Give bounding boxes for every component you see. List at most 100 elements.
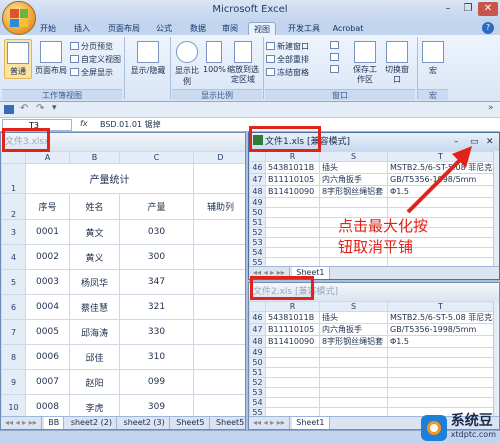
column-header-s[interactable]: S bbox=[319, 301, 388, 312]
cell[interactable] bbox=[193, 163, 245, 194]
header-cell-helper[interactable]: 辅助列 bbox=[193, 193, 245, 220]
cell[interactable]: 邱佳 bbox=[69, 344, 120, 370]
switch-windows-button[interactable]: 切换窗口 bbox=[382, 41, 412, 85]
page-layout-view-button[interactable]: 页面布局 bbox=[34, 41, 68, 76]
cell[interactable]: 0002 bbox=[25, 244, 70, 270]
column-header-b[interactable]: B bbox=[69, 151, 120, 164]
spreadsheet-grid[interactable]: R S T 46 54381011B 插头 MSTB2.5/6-ST-5.08 菲尼克… bbox=[249, 301, 494, 418]
cell[interactable] bbox=[265, 377, 320, 388]
cell[interactable]: 54381011B bbox=[265, 311, 320, 324]
cell[interactable] bbox=[265, 397, 320, 408]
minimize-button[interactable]: – bbox=[438, 2, 458, 16]
row-header[interactable]: 3 bbox=[1, 219, 26, 245]
new-window-button[interactable]: 新建窗口 bbox=[266, 41, 309, 52]
tab-review[interactable]: 审阅 bbox=[218, 22, 242, 35]
cell[interactable]: 0006 bbox=[25, 344, 70, 370]
spreadsheet-grid[interactable]: A B C D 1 产量统计 2 序号 姓名 产量 辅助列 3 0001 黄文 030… bbox=[1, 151, 245, 420]
row-header[interactable]: 4 bbox=[1, 244, 26, 270]
cell[interactable]: B11410090 bbox=[265, 335, 320, 348]
show-hide-button[interactable]: 显示/隐藏 bbox=[128, 41, 168, 76]
tab-home[interactable]: 开始 bbox=[36, 22, 60, 35]
unhide-window-icon[interactable] bbox=[330, 65, 339, 73]
workbook-window-3[interactable]: 文件3.xlsx A B C D 1 产量统计 2 序号 姓名 产量 辅助列 3… bbox=[0, 132, 246, 430]
cell[interactable]: 030 bbox=[119, 219, 194, 245]
cell[interactable]: 0007 bbox=[25, 369, 70, 395]
cell[interactable]: MSTB2.5/6-ST-5.08 菲尼克斯 bbox=[387, 311, 494, 324]
sheet-nav-icon[interactable]: ◂◂ ◂ ▸ ▸▸ bbox=[249, 417, 290, 429]
normal-view-button[interactable]: 普通 bbox=[4, 39, 32, 79]
column-header-d[interactable]: D bbox=[193, 151, 245, 164]
cell[interactable] bbox=[265, 197, 320, 208]
cell[interactable] bbox=[265, 357, 320, 368]
cell[interactable]: 黄文 bbox=[69, 219, 120, 245]
select-all-cell[interactable] bbox=[249, 151, 266, 162]
cell[interactable] bbox=[387, 377, 494, 388]
row-header[interactable]: 9 bbox=[1, 369, 26, 395]
close-button[interactable]: ✕ bbox=[478, 2, 498, 16]
cell[interactable] bbox=[319, 347, 388, 358]
workbook-window-2[interactable]: 文件2.xls [兼容模式] R S T 46 54381011B 插头 MSTB2.… bbox=[248, 282, 500, 430]
row-header[interactable]: 1 bbox=[1, 163, 26, 194]
cell[interactable] bbox=[265, 207, 320, 218]
tab-formulas[interactable]: 公式 bbox=[152, 22, 176, 35]
cell[interactable] bbox=[265, 347, 320, 358]
column-header-r[interactable]: R bbox=[265, 301, 320, 312]
column-header-r[interactable]: R bbox=[265, 151, 320, 162]
sheet-tab[interactable]: sheet2 (3) bbox=[120, 417, 170, 429]
restore-button[interactable]: ❐ bbox=[458, 2, 478, 16]
cell[interactable]: 0001 bbox=[25, 219, 70, 245]
cell[interactable]: 8字形钢丝绳铝套 bbox=[319, 185, 388, 198]
cell[interactable]: 插头 bbox=[319, 311, 388, 324]
row-header[interactable]: 49 bbox=[249, 347, 266, 358]
row-header[interactable]: 2 bbox=[1, 193, 26, 220]
expand-icon[interactable]: » bbox=[488, 103, 494, 113]
row-header[interactable]: 50 bbox=[249, 207, 266, 218]
cell[interactable] bbox=[265, 217, 320, 228]
row-header[interactable]: 47 bbox=[249, 323, 266, 336]
cell[interactable]: 内六角扳手 bbox=[319, 173, 388, 186]
cell[interactable]: 0004 bbox=[25, 294, 70, 320]
cell[interactable]: 330 bbox=[119, 319, 194, 345]
split-icon[interactable] bbox=[330, 41, 339, 49]
row-header[interactable]: 48 bbox=[249, 185, 266, 198]
cell[interactable] bbox=[319, 387, 388, 398]
header-cell-qty[interactable]: 产量 bbox=[119, 193, 194, 220]
cell[interactable]: 内六角扳手 bbox=[319, 323, 388, 336]
customize-toolbar-icon[interactable]: ▾ bbox=[52, 103, 57, 113]
cell[interactable]: GB/T5356-1998/5mm bbox=[387, 323, 494, 336]
cell[interactable]: 邱海涛 bbox=[69, 319, 120, 345]
vertical-scrollbar[interactable] bbox=[493, 301, 499, 418]
save-icon[interactable] bbox=[4, 105, 14, 114]
row-header[interactable]: 5 bbox=[1, 269, 26, 295]
column-header-a[interactable]: A bbox=[25, 151, 70, 164]
row-header[interactable]: 51 bbox=[249, 217, 266, 228]
cell[interactable]: B11110105 bbox=[265, 173, 320, 186]
cell[interactable] bbox=[265, 227, 320, 238]
cell[interactable]: 321 bbox=[119, 294, 194, 320]
column-header-c[interactable]: C bbox=[119, 151, 194, 164]
cell[interactable] bbox=[319, 377, 388, 388]
row-header[interactable]: 8 bbox=[1, 344, 26, 370]
fx-icon[interactable]: fx bbox=[80, 119, 88, 128]
cell[interactable] bbox=[265, 387, 320, 398]
vertical-scrollbar[interactable] bbox=[493, 151, 499, 268]
cell[interactable] bbox=[193, 219, 245, 245]
sheet-tab[interactable]: sheet2 (2) bbox=[67, 417, 117, 429]
save-workspace-button[interactable]: 保存工作区 bbox=[350, 41, 380, 85]
cell[interactable] bbox=[387, 367, 494, 378]
formula-content[interactable]: BSD.01.01 锯掉 bbox=[100, 119, 161, 130]
row-header[interactable]: 47 bbox=[249, 173, 266, 186]
tab-developer[interactable]: 开发工具 bbox=[284, 22, 324, 35]
tab-view[interactable]: 视图 bbox=[248, 22, 276, 35]
cell[interactable] bbox=[319, 357, 388, 368]
page-break-button[interactable]: 分页预览 bbox=[70, 41, 113, 52]
zoom-100-button[interactable]: 100% bbox=[203, 41, 226, 74]
row-header[interactable]: 54 bbox=[249, 397, 266, 408]
row-header[interactable]: 52 bbox=[249, 227, 266, 238]
select-all-cell[interactable] bbox=[1, 151, 26, 164]
sheet-tab[interactable]: Sheet5 bbox=[172, 417, 210, 429]
row-header[interactable]: 6 bbox=[1, 294, 26, 320]
arrange-all-button[interactable]: 全部重排 bbox=[266, 54, 309, 65]
custom-views-button[interactable]: 自定义视图 bbox=[70, 54, 121, 65]
cell[interactable]: 0003 bbox=[25, 269, 70, 295]
